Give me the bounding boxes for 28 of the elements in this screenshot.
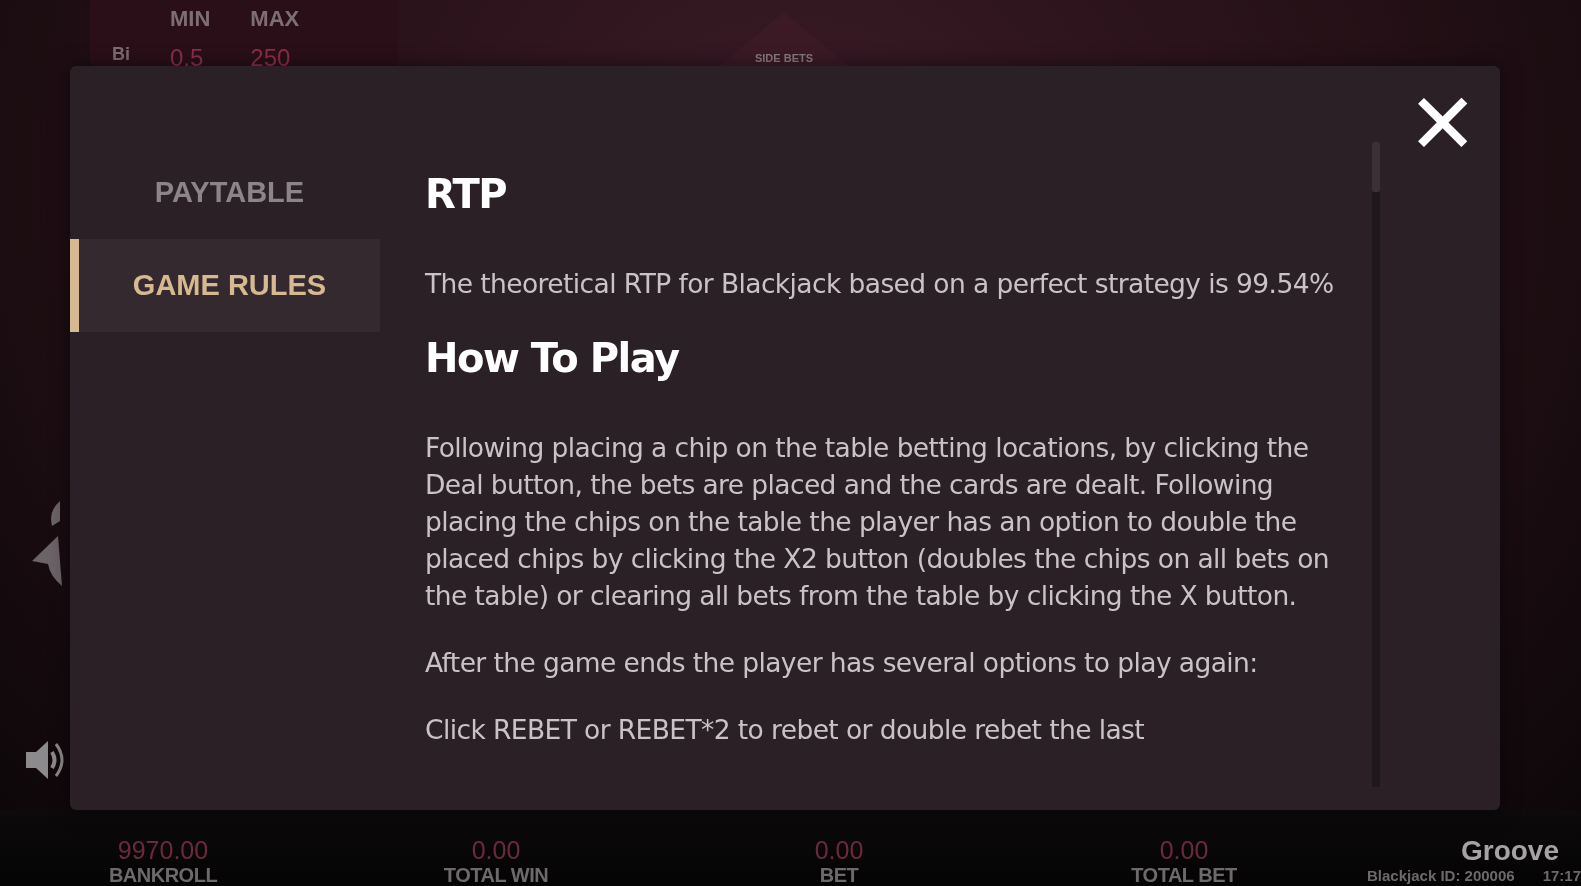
- rules-paragraph: Click REBET or REBET*2 to rebet or double rebet the last: [425, 713, 1146, 747]
- stat-value: 0.00: [814, 836, 864, 864]
- rules-paragraph: The theoretical RTP for Blackjack based on a perfect strategy is 99.54%: [425, 267, 1335, 301]
- section-heading: RTP: [425, 170, 508, 219]
- rules-paragraph: After the game ends the player has several options to play again:: [425, 646, 1259, 680]
- stat-value: 9970.00: [117, 836, 209, 864]
- scrollbar-track[interactable]: [1372, 142, 1380, 787]
- rules-paragraph: Following placing a chip on the table betting locations, by clicking the Deal button, the bets are placed and the cards are dealt. Following placing the chips on the table the player has an option to double the placed chips by clicking the X2 button (doubles the chips on all bets on the table) or clearing all bets from the table by clicking the X button.: [425, 431, 1330, 613]
- side-bets-marker: SIDE BETS: [720, 12, 848, 66]
- brand-logo: Groove: [1460, 836, 1559, 866]
- limit-header: MAX: [250, 6, 300, 32]
- menu-tab[interactable]: PAYTABLE: [70, 146, 380, 239]
- limit-value: 250: [250, 44, 292, 66]
- stat-label: BET: [819, 864, 859, 886]
- stat-label: TOTAL WIN: [443, 864, 549, 886]
- menu-tab[interactable]: GAME RULES: [70, 239, 380, 332]
- limit-header: MIN: [170, 6, 211, 32]
- clock-time: 17:17: [1542, 866, 1581, 886]
- section-heading: How To Play: [425, 334, 680, 383]
- game-id: Blackjack ID: 200006: [1367, 866, 1515, 886]
- limit-row-label: Bi: [112, 44, 130, 65]
- close-button[interactable]: ✕: [1407, 82, 1478, 166]
- stat-value: 0.00: [471, 836, 521, 864]
- stat-label: BANKROLL: [108, 864, 218, 886]
- stat-value: 0.00: [1159, 836, 1209, 864]
- scrollbar-thumb[interactable]: [1372, 142, 1380, 192]
- limit-value: 0.5: [170, 44, 205, 66]
- stat-label: TOTAL BET: [1131, 864, 1237, 886]
